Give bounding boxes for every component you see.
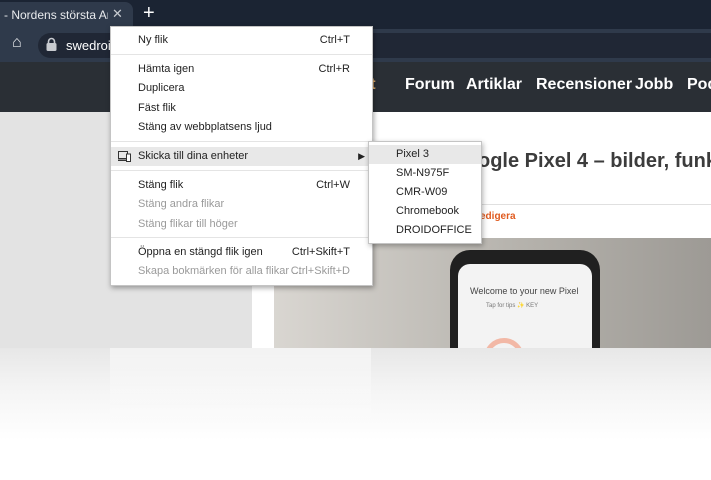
menu-item-reopen-closed-tab[interactable]: Öppna en stängd flik igen Ctrl+Skift+T [111,243,372,262]
devices-icon [118,151,131,162]
phone-tip-text: Tap for tips ✨ KEY [486,303,539,309]
menu-item-close-tab[interactable]: Stäng flik Ctrl+W [111,176,372,195]
menu-item-shortcut: Ctrl+Skift+D [290,265,350,277]
article-headline[interactable]: ogle Pixel 4 – bilder, funk [478,150,711,173]
menu-item-shortcut: Ctrl+R [318,63,350,75]
device-item-droidoffice[interactable]: DROIDOFFICE [369,221,481,240]
phone-ring-graphic [484,338,524,348]
menu-item-label: Stäng andra flikar [138,198,225,210]
device-label: Pixel 3 [396,148,430,160]
nav-item-pod[interactable]: Pod [687,76,711,94]
menu-divider [111,141,372,142]
chevron-right-icon: ▶ [358,151,365,161]
menu-item-mute-site[interactable]: Stäng av webbplatsens ljud [111,118,372,137]
device-item-pixel-3[interactable]: Pixel 3 [369,145,481,164]
device-item-cmr-w09[interactable]: CMR-W09 [369,183,481,202]
menu-item-label: Skicka till dina enheter [138,150,249,162]
menu-item-shortcut: Ctrl+Skift+T [291,246,350,258]
tab-context-menu: Ny flik Ctrl+T Hämta igen Ctrl+R Duplice… [110,26,373,286]
device-label: SM-N975F [396,167,450,179]
menu-item-label: Stäng flik [138,179,184,191]
nav-item-recensioner[interactable]: Recensioner [536,76,632,94]
menu-item-label: Duplicera [138,82,185,94]
phone-welcome-text: Welcome to your new Pixel [470,286,579,296]
menu-item-shortcut: Ctrl+T [319,34,350,46]
nav-item-forum[interactable]: Forum [405,76,455,94]
lock-icon [46,37,57,51]
menu-item-new-tab[interactable]: Ny flik Ctrl+T [111,31,372,50]
close-icon[interactable]: ✕ [112,6,123,22]
active-tab[interactable]: - Nordens största Andr ✕ [0,2,133,29]
device-label: DROIDOFFICE [396,224,472,236]
menu-item-label: Fäst flik [138,102,176,114]
phone-image: Welcome to your new Pixel Tap for tips ✨… [450,250,600,348]
menu-item-label: Ny flik [138,34,168,46]
nav-item-jobb[interactable]: Jobb [635,76,673,94]
menu-item-shortcut: Ctrl+W [316,179,350,191]
menu-reflection [110,348,371,438]
home-icon[interactable]: ⌂ [12,34,22,52]
menu-item-label: Öppna en stängd flik igen [138,246,263,258]
tab-strip: - Nordens största Andr ✕ + [0,0,711,29]
tab-title: - Nordens största Andr [4,8,108,22]
menu-item-close-other-tabs[interactable]: Stäng andra flikar [111,195,372,214]
menu-divider [111,237,372,238]
menu-item-pin[interactable]: Fäst flik [111,99,372,118]
menu-item-label: Stäng flikar till höger [138,218,238,230]
menu-divider [111,54,372,55]
menu-item-send-to-devices[interactable]: Skicka till dina enheter ▶ [111,147,372,166]
menu-item-label: Hämta igen [138,63,195,75]
menu-item-bookmark-all-tabs[interactable]: Skapa bokmärken för alla flikar ... Ctrl… [111,262,372,281]
device-label: Chromebook [396,205,459,217]
device-label: CMR-W09 [396,186,448,198]
nav-item-artiklar[interactable]: Artiklar [466,76,522,94]
edit-link[interactable]: edigera [480,211,516,222]
menu-divider [111,170,372,171]
menu-item-duplicate[interactable]: Duplicera [111,79,372,98]
menu-item-reload[interactable]: Hämta igen Ctrl+R [111,60,372,79]
new-tab-button[interactable]: + [143,2,155,25]
url-text: swedroi [66,38,111,53]
menu-item-label: Stäng av webbplatsens ljud [138,121,272,133]
device-item-chromebook[interactable]: Chromebook [369,202,481,221]
menu-item-label: Skapa bokmärken för alla flikar ... [138,265,302,277]
menu-item-close-tabs-right[interactable]: Stäng flikar till höger [111,215,372,234]
devices-submenu: Pixel 3 SM-N975F CMR-W09 Chromebook DROI… [368,141,482,244]
device-item-sm-n975f[interactable]: SM-N975F [369,164,481,183]
phone-screen: Welcome to your new Pixel Tap for tips ✨… [458,264,592,348]
